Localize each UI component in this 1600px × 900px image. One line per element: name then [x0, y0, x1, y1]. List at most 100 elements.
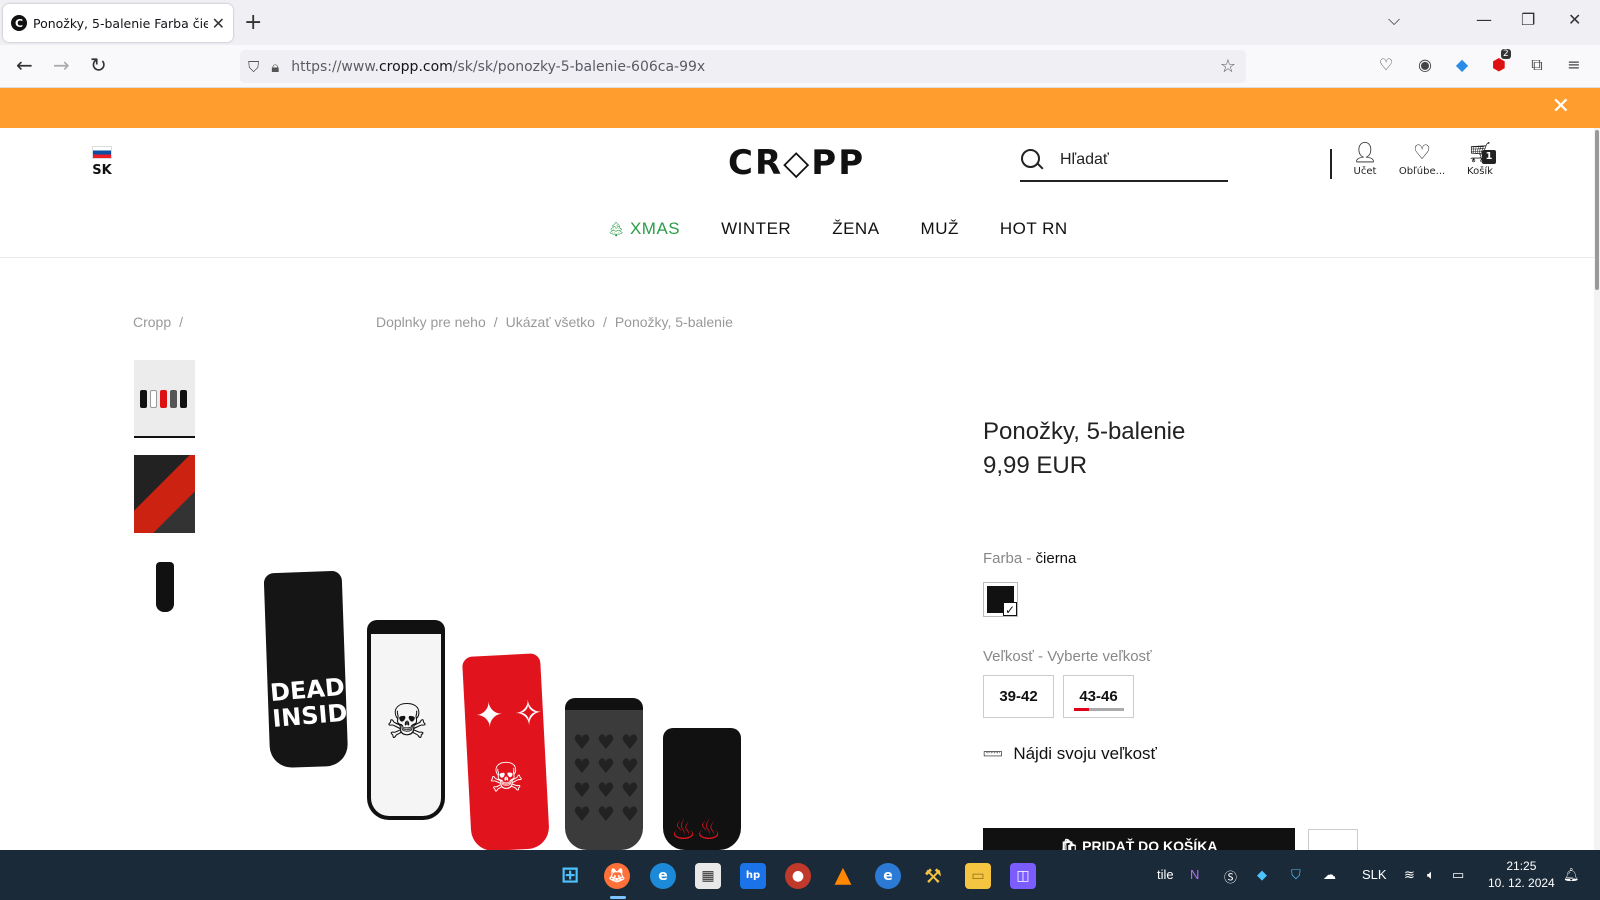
system-clock[interactable]: 21:25 10. 12. 2024 — [1488, 858, 1555, 892]
myhp-icon[interactable]: hp — [740, 863, 766, 889]
ie-icon[interactable]: e — [875, 863, 901, 889]
breadcrumb-link-doplnky[interactable]: Doplnky pre neho — [376, 314, 486, 330]
tab-title: Ponožky, 5-balenie Farba čierna — [33, 15, 208, 31]
windows-start-icon[interactable]: ⊞ — [557, 863, 583, 889]
favorites-button[interactable]: ♡ Obľúbe... — [1392, 140, 1452, 177]
sparkle-icon: ✦ ✧ — [474, 693, 544, 737]
nav-item-muz[interactable]: MUŽ — [921, 210, 959, 257]
vlc-icon[interactable]: ▲ — [830, 863, 856, 889]
add-to-favorites-button[interactable] — [1308, 829, 1358, 850]
page-scrollbar[interactable] — [1594, 128, 1600, 850]
sock-white-bear: ☠ — [367, 620, 445, 820]
thumbnail-2[interactable] — [134, 455, 195, 533]
cropp-logo[interactable]: CR◇PP — [728, 143, 865, 183]
cart-icon: 🛒︎ 1 — [1450, 140, 1510, 166]
menu-icon[interactable]: ≡ — [1564, 55, 1584, 75]
color-swatch-black[interactable]: ✓ — [983, 582, 1018, 617]
shield-icon[interactable]: ⛉ — [248, 58, 259, 76]
banner-close-icon[interactable]: ✕ — [1552, 94, 1570, 119]
nav-item-hot-rn[interactable]: HOT RN — [1000, 210, 1068, 257]
sock-grey-hearts: ♥♥♥ ♥♥♥ ♥♥♥ ♥♥♥ — [565, 698, 643, 850]
thumbnail-3[interactable] — [134, 550, 195, 628]
search-input[interactable] — [1060, 151, 1210, 169]
file-explorer-icon[interactable]: ▭ — [965, 863, 991, 889]
pocket-icon[interactable]: ♡ — [1376, 55, 1396, 75]
breadcrumb-link-ukazat[interactable]: Ukázať všetko — [506, 314, 595, 330]
windows-taskbar: ⊞ 🦊︎ e ▦ hp ● ▲ e ⚒ ▭ ◫ tile N Ⓢ ◆ ⛉ ☁ S… — [0, 850, 1600, 900]
edge-icon[interactable]: e — [650, 863, 676, 889]
breadcrumb-separator: / — [493, 314, 498, 330]
wifi-icon[interactable]: ≋ — [1404, 867, 1415, 883]
onedrive-icon[interactable]: ☁ — [1323, 867, 1336, 883]
adblock-icon[interactable]: ⬢ 2 — [1489, 49, 1511, 75]
tab-close-icon[interactable]: ✕ — [212, 14, 225, 33]
reload-icon[interactable]: ↻ — [90, 53, 107, 77]
find-size-label: Nájdi svoju veľkosť — [1013, 744, 1157, 763]
color-label: Farba - čierna — [983, 550, 1076, 567]
nav-label: XMAS — [629, 219, 681, 238]
restore-icon[interactable]: ❐ — [1521, 10, 1535, 29]
extension-blue-icon[interactable]: ◆ — [1452, 55, 1472, 75]
tab-list-chevron-icon[interactable]: ⌵ — [1388, 10, 1400, 30]
thumbnail-list — [134, 360, 195, 645]
search-box[interactable] — [1020, 140, 1228, 182]
header-divider — [1330, 149, 1332, 179]
lock-icon[interactable]: 🔒︎ — [271, 58, 279, 76]
browser-navbar: ← → ↻ ⛉ 🔒︎ https://www.cropp.com/sk/sk/p… — [0, 45, 1600, 88]
add-to-cart-button[interactable]: 🛍 PRIDAŤ DO KOŠÍKA — [983, 828, 1295, 850]
thumbnail-1[interactable] — [134, 360, 195, 438]
low-stock-fill — [1074, 708, 1089, 711]
notifications-bell-icon[interactable]: 🔔︎ — [1563, 867, 1580, 883]
window-close-icon[interactable]: ✕ — [1568, 10, 1581, 29]
cart-button[interactable]: 🛒︎ 1 Košík — [1450, 140, 1510, 177]
locale-label: SK — [92, 163, 112, 178]
back-icon[interactable]: ← — [16, 53, 33, 77]
url-text[interactable]: https://www.cropp.com/sk/sk/ponozky-5-ba… — [291, 59, 705, 75]
sock-black-flames: ♨♨ — [663, 728, 741, 850]
skull-rose-icon: ☠ — [487, 754, 526, 802]
onenote-icon[interactable]: N — [1190, 867, 1199, 882]
nav-item-xmas[interactable]: 🌲︎ XMAS — [607, 210, 680, 257]
extensions-puzzle-icon[interactable]: ⧉ — [1527, 55, 1547, 75]
skype-icon[interactable]: Ⓢ — [1224, 867, 1237, 886]
promo-banner: ✕ — [0, 88, 1600, 128]
active-app-indicator — [610, 896, 626, 899]
search-icon[interactable] — [1020, 148, 1044, 172]
firefox-icon[interactable]: 🦊︎ — [604, 863, 630, 889]
minimize-icon[interactable]: — — [1476, 10, 1492, 29]
tray-app-icon[interactable]: ◆ — [1257, 867, 1267, 883]
tools-icon[interactable]: ⚒ — [920, 863, 946, 889]
store-icon[interactable]: ▦ — [695, 863, 721, 889]
account-icon[interactable]: ◉ — [1415, 55, 1435, 75]
scrollbar-thumb[interactable] — [1595, 130, 1599, 290]
size-option-label: 39-42 — [999, 688, 1038, 705]
breadcrumb-link-cropp[interactable]: Cropp — [133, 314, 171, 330]
locale-selector[interactable]: SK — [92, 146, 112, 178]
forward-icon[interactable]: → — [53, 53, 70, 77]
tray-tile-icon[interactable]: tile — [1157, 867, 1174, 882]
account-label: Účet — [1353, 166, 1377, 177]
language-indicator[interactable]: SLK — [1362, 867, 1387, 882]
swatch-fill: ✓ — [987, 586, 1017, 617]
product-image[interactable]: DEAD INSIDE ☠ ✦ ✧ ☠ ♥♥♥ ♥♥♥ ♥♥♥ ♥♥♥ ♨♨ — [255, 560, 755, 852]
size-option-39-42[interactable]: 39-42 — [983, 675, 1054, 718]
heart-icon: ♡ — [1413, 140, 1431, 164]
account-button[interactable]: 👤︎ Účet — [1335, 140, 1395, 177]
security-shield-icon[interactable]: ⛉ — [1291, 867, 1301, 883]
new-tab-icon[interactable]: + — [244, 10, 262, 35]
volume-icon[interactable]: 🔈︎ — [1427, 867, 1435, 883]
app-red-icon[interactable]: ● — [785, 863, 811, 889]
breadcrumb-root: Cropp / — [133, 314, 191, 330]
address-bar[interactable]: ⛉ 🔒︎ https://www.cropp.com/sk/sk/ponozky… — [240, 50, 1246, 83]
browser-tab[interactable]: C Ponožky, 5-balenie Farba čierna ✕ — [3, 4, 233, 42]
color-label-prefix: Farba - — [983, 550, 1036, 567]
bookmark-star-icon[interactable]: ☆ — [1220, 56, 1236, 77]
size-option-43-46[interactable]: 43-46 — [1063, 675, 1134, 718]
ruler-icon: 📏︎ — [980, 741, 1007, 768]
app-purple-icon[interactable]: ◫ — [1010, 863, 1036, 889]
find-size-link[interactable]: 📏︎ Nájdi svoju veľkosť — [980, 741, 1157, 767]
battery-icon[interactable]: ▭ — [1452, 867, 1464, 883]
cart-label: Košík — [1467, 166, 1493, 177]
nav-item-zena[interactable]: ŽENA — [832, 210, 879, 257]
nav-item-winter[interactable]: WINTER — [721, 210, 791, 257]
